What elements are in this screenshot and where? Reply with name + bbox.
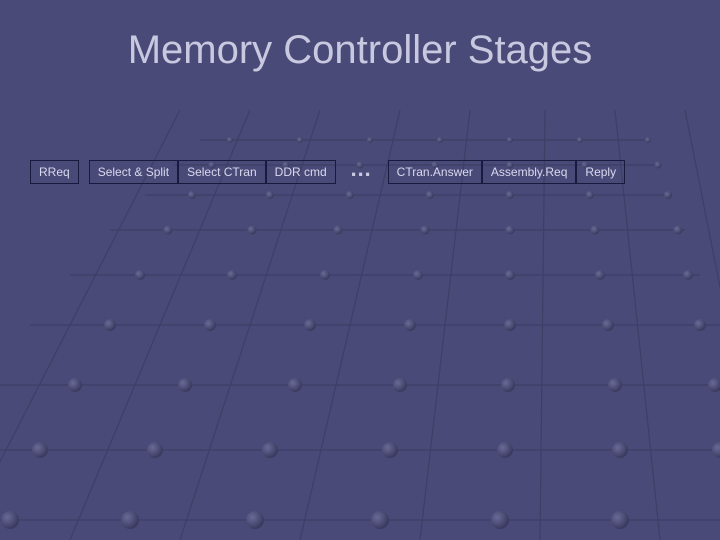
stage-ddr-cmd: DDR cmd	[266, 160, 336, 184]
stage-assembly-req: Assembly.Req	[482, 160, 576, 184]
stage-ctran-answer: CTran.Answer	[388, 160, 482, 184]
stage-reply: Reply	[576, 160, 625, 184]
stage-rreq: RReq	[30, 160, 79, 184]
perspective-grid-background	[0, 0, 720, 540]
stage-select-split: Select & Split	[89, 160, 178, 184]
ellipsis-icon: …	[336, 162, 388, 176]
stage-select-ctran: Select CTran	[178, 160, 266, 184]
pipeline-row: RReq Select & Split Select CTran DDR cmd…	[30, 160, 700, 184]
slide-title: Memory Controller Stages	[0, 28, 720, 73]
